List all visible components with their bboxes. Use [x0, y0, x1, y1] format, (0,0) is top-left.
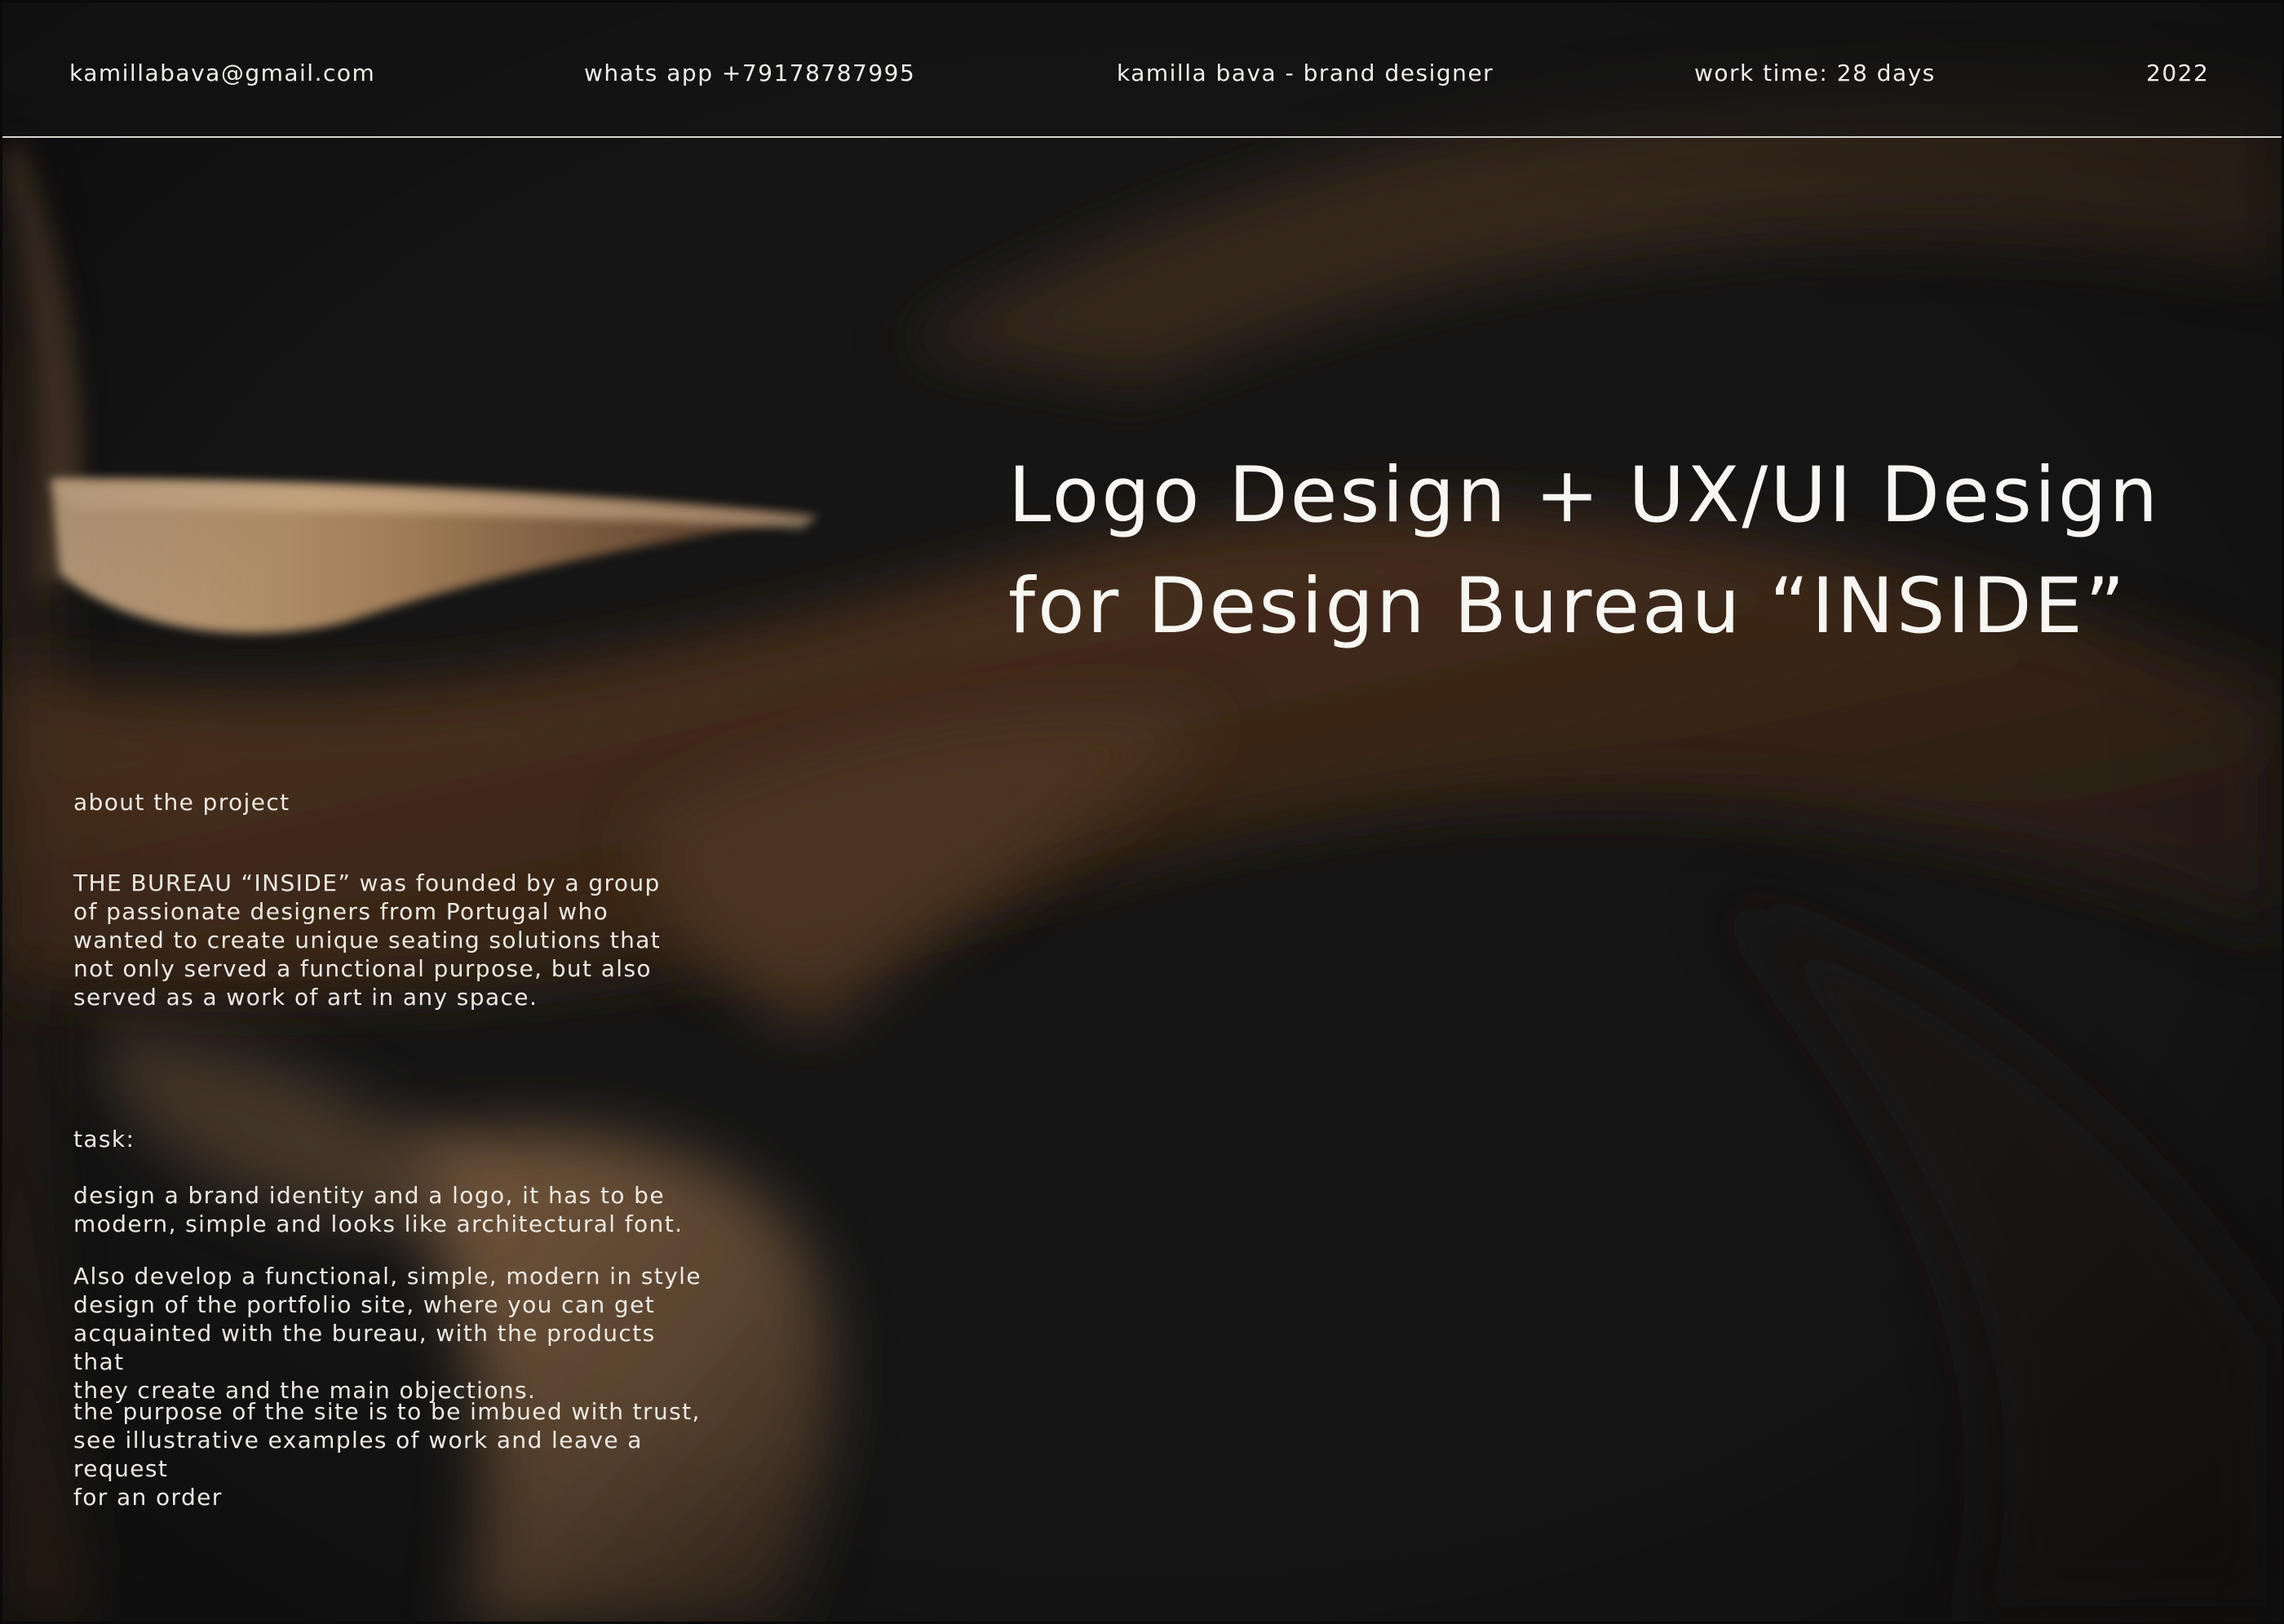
- task-label: task:: [73, 1126, 135, 1153]
- page-title: Logo Design + UX/UI Design for Design Bu…: [1008, 440, 2160, 662]
- contact-email: kamillabava@gmail.com: [69, 60, 376, 86]
- page-header: kamillabava@gmail.com whats app +7917878…: [2, 2, 2282, 136]
- portfolio-cover-page: kamillabava@gmail.com whats app +7917878…: [0, 0, 2284, 1624]
- designer-name: kamilla bava - brand designer: [1117, 60, 1494, 86]
- task-paragraph-2: Also develop a functional, simple, moder…: [73, 1263, 702, 1404]
- work-time: work time: 28 days: [1694, 60, 1936, 86]
- contact-phone: whats app +79178787995: [584, 60, 916, 86]
- page-title-line-2: for Design Bureau “INSIDE”: [1008, 562, 2127, 651]
- about-label: about the project: [73, 789, 290, 816]
- task-paragraph-1: design a brand identity and a logo, it h…: [73, 1182, 684, 1237]
- project-year: 2022: [2146, 60, 2210, 86]
- task-paragraph-3: the purpose of the site is to be imbued …: [73, 1398, 701, 1511]
- header-divider: [2, 136, 2282, 138]
- about-body: THE BUREAU “INSIDE” was founded by a gro…: [73, 870, 662, 1011]
- page-title-line-1: Logo Design + UX/UI Design: [1008, 451, 2161, 540]
